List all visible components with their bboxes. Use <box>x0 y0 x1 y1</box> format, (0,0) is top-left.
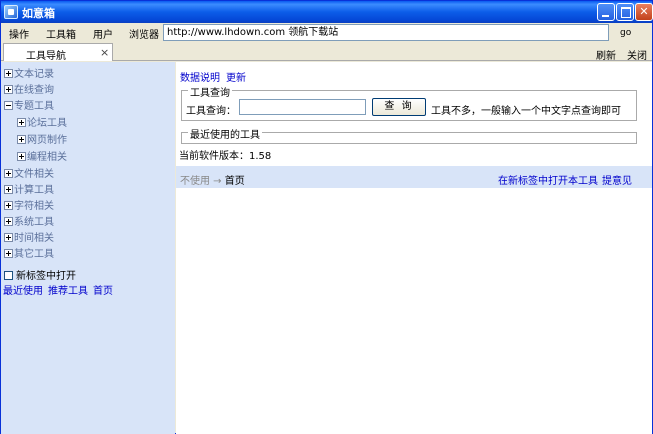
close-window-button[interactable]: ✕ <box>635 3 653 21</box>
expand-icon[interactable] <box>4 233 13 242</box>
tree-item-web-design[interactable]: 网页制作 <box>17 131 67 146</box>
link-home[interactable]: 首页 <box>93 286 113 297</box>
expand-icon[interactable] <box>4 185 13 194</box>
tab-close-icon[interactable]: × <box>100 46 109 59</box>
address-input[interactable]: http://www.lhdown.com 领航下载站 <box>163 24 609 41</box>
tree-item-programming[interactable]: 编程相关 <box>17 148 67 163</box>
top-links: 数据说明 更新 <box>180 69 252 84</box>
expand-icon[interactable] <box>17 152 26 161</box>
expand-icon[interactable] <box>4 217 13 226</box>
expand-icon[interactable] <box>4 69 13 78</box>
expand-icon[interactable] <box>17 118 26 127</box>
app-icon <box>4 5 18 19</box>
expand-icon[interactable] <box>4 85 13 94</box>
main-content: 数据说明 更新 工具查询 工具查询： 查 询 工具不多，一般输入一个中文字点查询即… <box>176 62 652 434</box>
menu-bar: 操作 工具箱 用户 浏览器 http://www.lhdown.com 领航下载… <box>1 23 652 43</box>
menu-item-user[interactable]: 用户 <box>93 26 113 41</box>
go-button[interactable]: go <box>620 28 631 38</box>
link-recent[interactable]: 最近使用 <box>3 286 43 297</box>
sidebar-links: 最近使用 推荐工具 首页 <box>3 282 118 297</box>
tree-item-forum-tools[interactable]: 论坛工具 <box>17 114 67 129</box>
tree-item-char-related[interactable]: 字符相关 <box>4 197 54 212</box>
menu-item-browser[interactable]: 浏览器 <box>129 26 159 41</box>
tree-item-calc-tools[interactable]: 计算工具 <box>4 181 54 196</box>
menu-item-toolbox[interactable]: 工具箱 <box>46 26 76 41</box>
tab-strip: 工具导航 × 刷新 关闭 <box>1 43 652 62</box>
new-tab-checkbox[interactable]: 新标签中打开 <box>4 267 76 282</box>
link-feedback[interactable]: 提意见 <box>602 176 632 187</box>
tree-item-special-tools[interactable]: 专题工具 <box>4 97 54 112</box>
recent-tools-legend: 最近使用的工具 <box>188 126 262 141</box>
link-recommended[interactable]: 推荐工具 <box>48 286 88 297</box>
query-hint: 工具不多，一般输入一个中文字点查询即可 <box>431 106 621 117</box>
query-label: 工具查询： <box>186 106 236 117</box>
tool-query-group: 工具查询 工具查询： 查 询 工具不多，一般输入一个中文字点查询即可 <box>181 84 637 121</box>
tree-item-text-records[interactable]: 文本记录 <box>4 65 54 80</box>
expand-icon[interactable] <box>17 135 26 144</box>
menu-item-operate[interactable]: 操作 <box>9 26 29 41</box>
collapse-icon[interactable] <box>4 101 13 110</box>
minimize-button[interactable] <box>597 3 615 21</box>
status-right: 在新标签中打开本工具 提意见 <box>498 172 636 187</box>
link-data-info[interactable]: 数据说明 <box>180 73 220 84</box>
tree-item-online-query[interactable]: 在线查询 <box>4 81 54 96</box>
window-title: 如意箱 <box>22 7 55 20</box>
tool-query-legend: 工具查询 <box>188 84 232 99</box>
version-text: 当前软件版本：1.58 <box>179 151 272 162</box>
status-home-link[interactable]: 首页 <box>225 176 245 187</box>
refresh-button[interactable]: 刷新 <box>596 47 616 62</box>
link-update[interactable]: 更新 <box>226 73 246 84</box>
recent-tools-group: 最近使用的工具 <box>181 126 637 144</box>
maximize-button[interactable] <box>616 3 634 21</box>
tree-item-file-related[interactable]: 文件相关 <box>4 165 54 180</box>
tool-status-bar: 不使用 → 首页 在新标签中打开本工具 提意见 <box>176 166 652 188</box>
tree-item-system-tools[interactable]: 系统工具 <box>4 213 54 228</box>
tree-item-time-related[interactable]: 时间相关 <box>4 229 54 244</box>
status-left: 不使用 → 首页 <box>180 176 245 187</box>
expand-icon[interactable] <box>4 201 13 210</box>
query-input[interactable] <box>239 99 366 115</box>
sidebar: 文本记录 在线查询 专题工具 论坛工具 网页制作 编程相关 文件相关 计算工具 … <box>1 62 175 434</box>
checkbox-box[interactable] <box>4 271 13 280</box>
app-window: 如意箱 ✕ 操作 工具箱 用户 浏览器 http://www.lhdown.co… <box>0 0 653 434</box>
close-tab-button[interactable]: 关闭 <box>627 47 647 62</box>
tree-item-other-tools[interactable]: 其它工具 <box>4 245 54 260</box>
expand-icon[interactable] <box>4 169 13 178</box>
title-bar: 如意箱 ✕ <box>1 1 653 23</box>
link-open-in-new-tab[interactable]: 在新标签中打开本工具 <box>498 176 598 187</box>
tab-label: 工具导航 <box>26 51 66 62</box>
query-button[interactable]: 查 询 <box>372 98 426 116</box>
expand-icon[interactable] <box>4 249 13 258</box>
tab-tool-navigation[interactable]: 工具导航 × <box>3 43 113 62</box>
